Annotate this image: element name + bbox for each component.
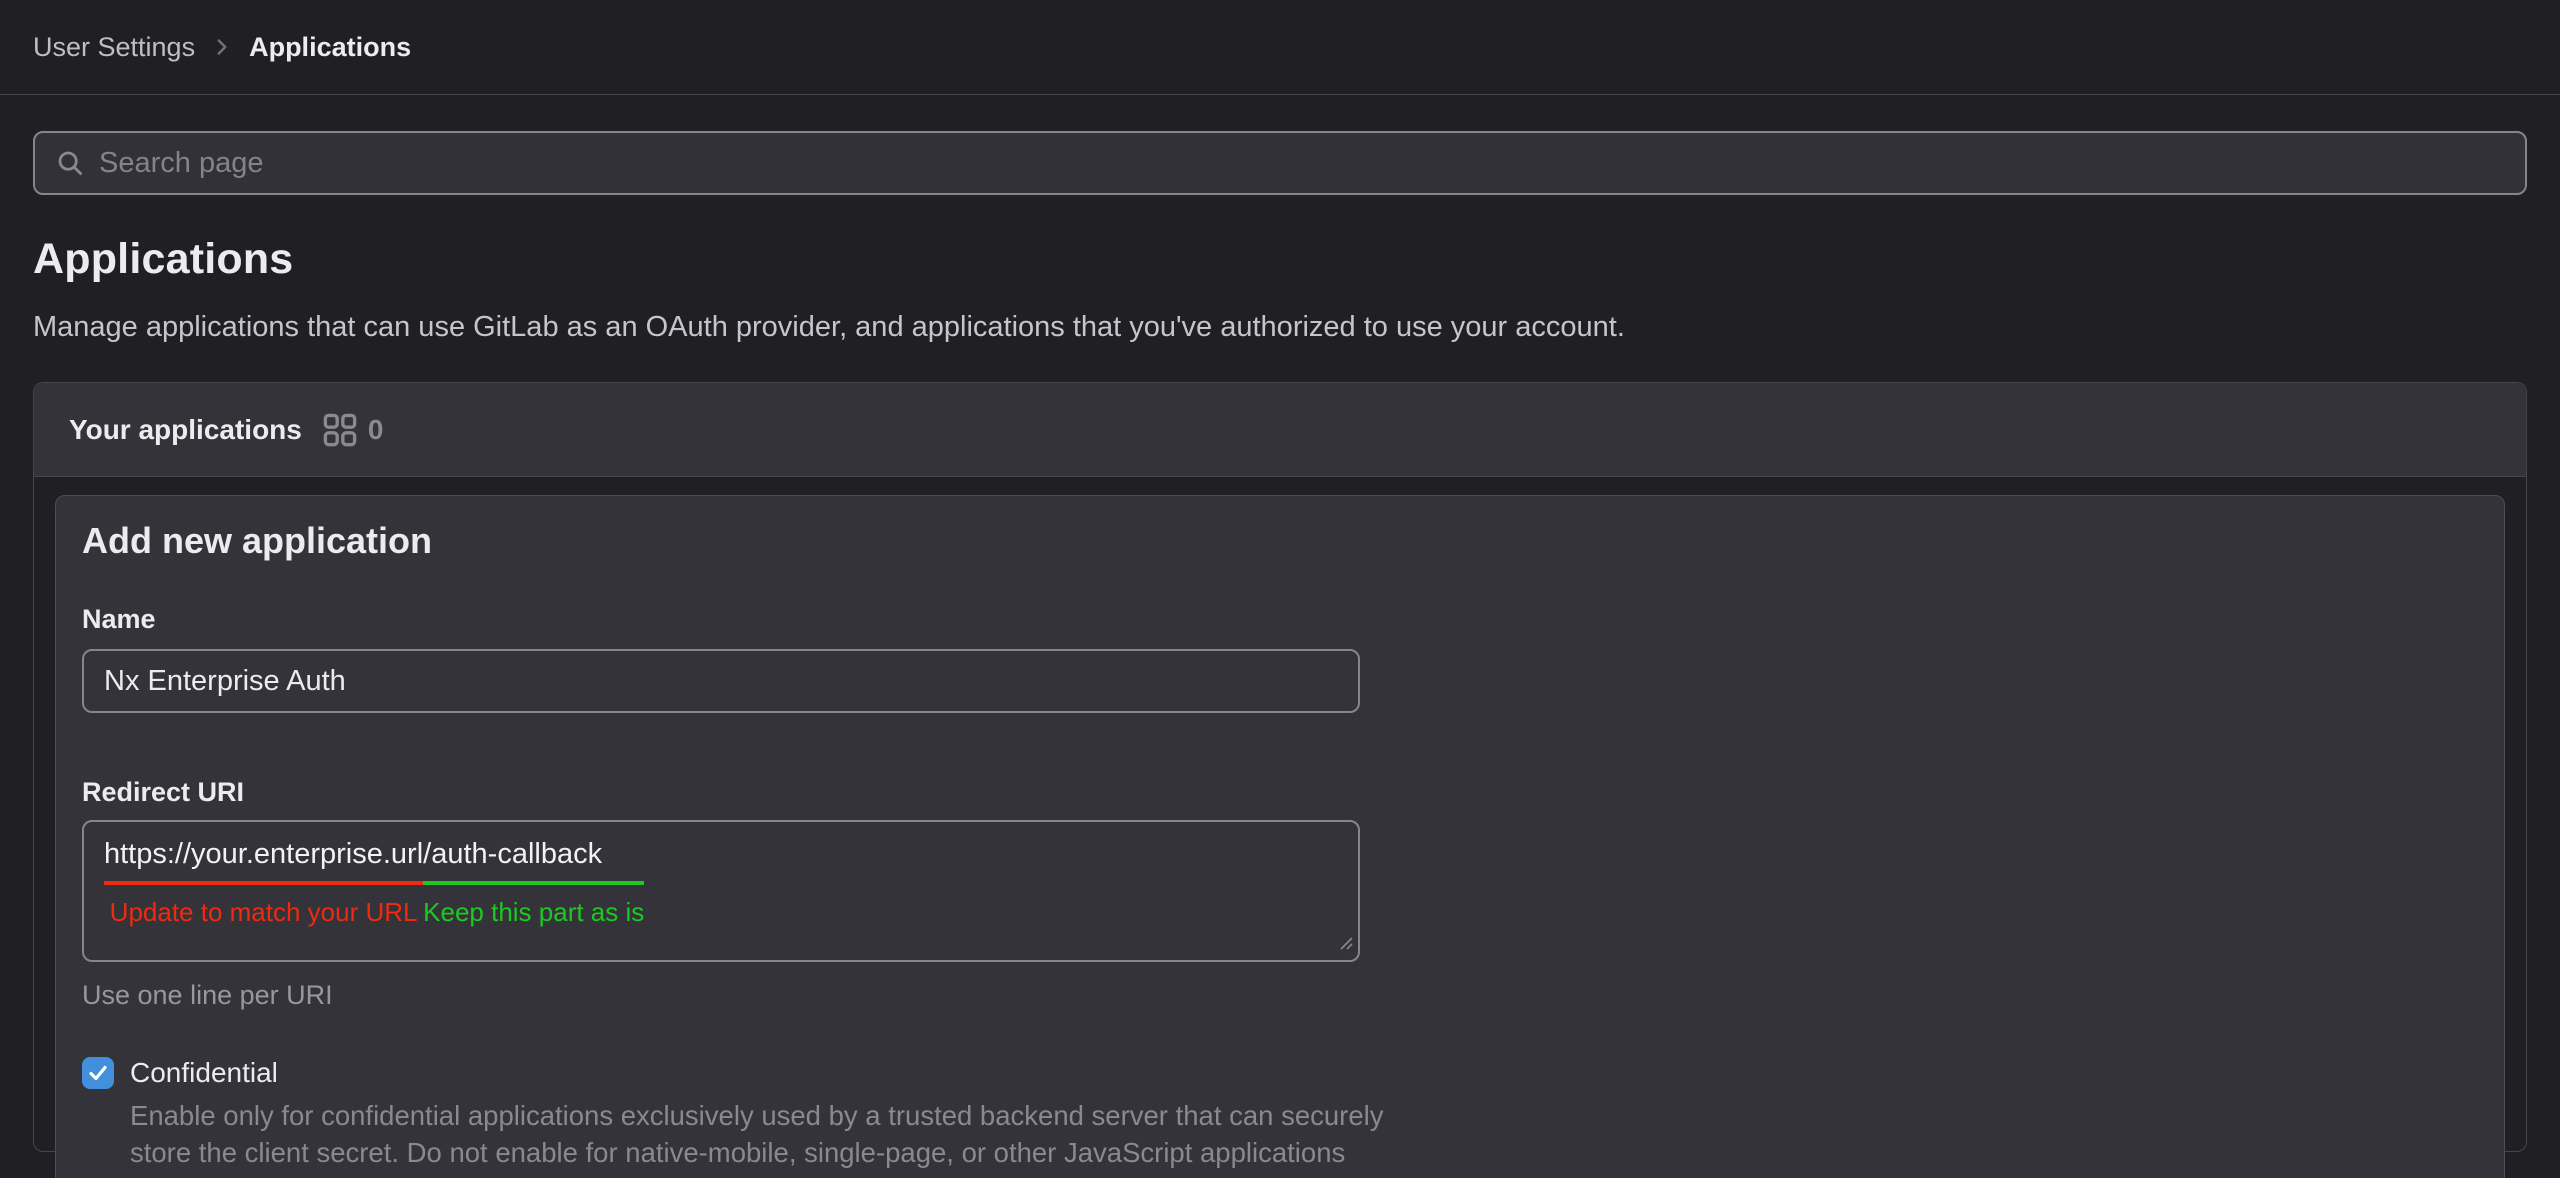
application-name-input[interactable] (82, 649, 1360, 713)
redirect-uri-label: Redirect URI (82, 777, 2478, 808)
panel-title: Your applications (69, 414, 302, 446)
search-page-box[interactable] (33, 131, 2527, 195)
redirect-uri-helper: Use one line per URI (82, 980, 2478, 1011)
add-new-application-card: Add new application Name Redirect URI ht… (55, 495, 2505, 1178)
confidential-checkbox-row: Confidential (82, 1057, 2478, 1089)
panel-body: Add new application Name Redirect URI ht… (34, 477, 2526, 1178)
redirect-uri-annotation: https://your.enterprise.url Update to ma… (104, 838, 1338, 928)
uri-keep-part: /auth-callback (423, 838, 644, 885)
breadcrumb-current-page: Applications (249, 32, 411, 63)
confidential-help-text: Enable only for confidential application… (130, 1097, 1402, 1178)
name-form-group: Name (82, 604, 2478, 713)
uri-update-segment: https://your.enterprise.url Update to ma… (104, 838, 423, 928)
chevron-right-icon (209, 34, 235, 60)
name-label: Name (82, 604, 2478, 635)
main-content: Applications Manage applications that ca… (0, 131, 2560, 1152)
redirect-uri-textarea[interactable]: https://your.enterprise.url Update to ma… (82, 820, 1360, 962)
add-application-title: Add new application (82, 520, 2478, 562)
confidential-label[interactable]: Confidential (130, 1057, 278, 1089)
confidential-checkbox[interactable] (82, 1057, 114, 1089)
breadcrumb-bar: User Settings Applications (0, 0, 2560, 95)
applications-grid-icon (322, 412, 358, 448)
search-input[interactable] (99, 133, 2505, 193)
your-applications-panel: Your applications 0 Add new application … (33, 382, 2527, 1152)
page-description: Manage applications that can use GitLab … (33, 311, 2527, 344)
uri-update-part: https://your.enterprise.url (104, 838, 423, 885)
breadcrumb-user-settings-link[interactable]: User Settings (33, 32, 195, 63)
textarea-resize-grip-icon[interactable] (1338, 935, 1354, 956)
your-applications-header: Your applications 0 (34, 383, 2526, 477)
search-icon (55, 148, 85, 178)
uri-keep-segment: /auth-callback Keep this part as is (423, 838, 644, 928)
applications-count-badge: 0 (368, 414, 384, 446)
check-icon (85, 1060, 111, 1086)
redirect-uri-form-group: Redirect URI https://your.enterprise.url… (82, 777, 2478, 1011)
uri-keep-caption: Keep this part as is (423, 897, 644, 928)
uri-update-caption: Update to match your URL (104, 897, 423, 928)
page-title: Applications (33, 235, 2527, 284)
breadcrumb: User Settings Applications (33, 32, 411, 63)
